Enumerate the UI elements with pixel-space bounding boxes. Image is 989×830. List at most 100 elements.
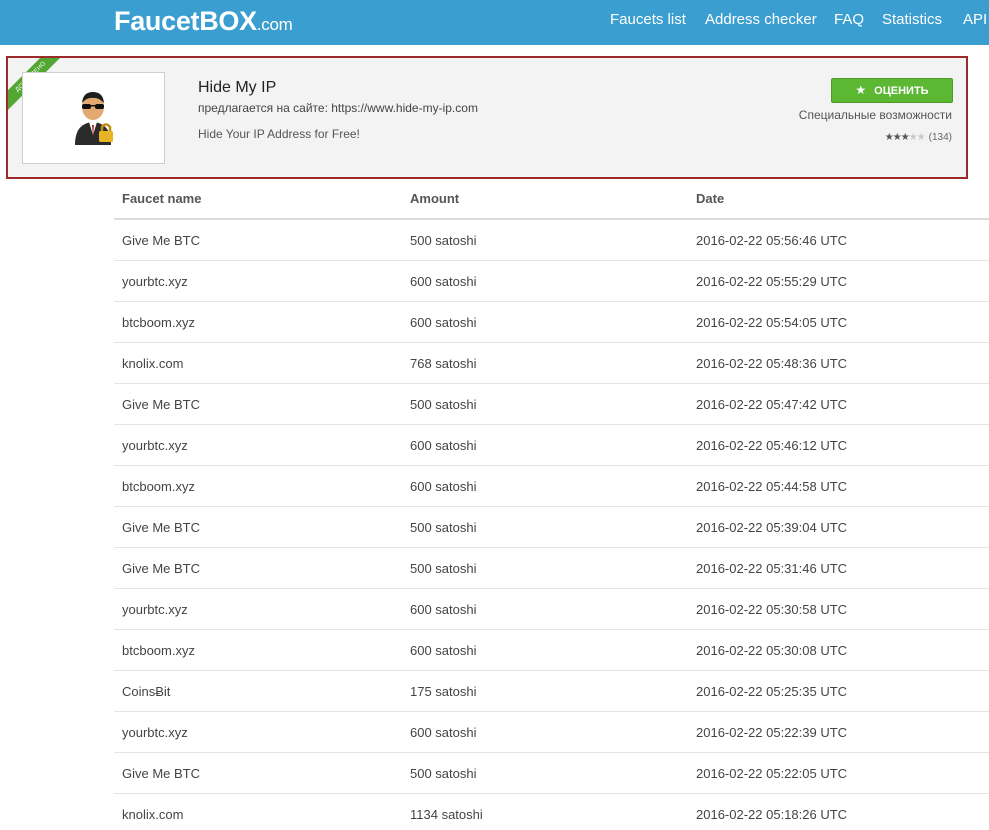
- table-row: btcboom.xyz 600 satoshi 2016-02-22 05:30:0…: [114, 630, 989, 671]
- table-row: btcboom.xyz 600 satoshi 2016-02-22 05:44:5…: [114, 466, 989, 507]
- date-value: 2016-02-22 05:56:46: [696, 233, 817, 248]
- header-faucet-name: Faucet name: [122, 191, 202, 206]
- timezone-label: UTC: [820, 520, 848, 535]
- amount-cell: 500 satoshi: [410, 233, 477, 248]
- table-row: Give Me BTC 500 satoshi 2016-02-22 05:47:4…: [114, 384, 989, 425]
- nav-link-api[interactable]: API: [963, 11, 987, 29]
- ad-title[interactable]: Hide My IP: [198, 79, 276, 97]
- date-value: 2016-02-22 05:18:26: [696, 807, 817, 822]
- nav-link-statistics[interactable]: Statistics: [882, 11, 942, 29]
- table-row: knolix.com 768 satoshi 2016-02-22 05:48:36…: [114, 343, 989, 384]
- amount-cell: 500 satoshi: [410, 397, 477, 412]
- amount-cell: 600 satoshi: [410, 438, 477, 453]
- faucet-name-cell: btcboom.xyz: [122, 643, 195, 658]
- rating-empty-stars: ★★: [908, 132, 926, 143]
- rating-filled-stars: ★★★: [884, 132, 910, 143]
- faucet-name-cell: yourbtc.xyz: [122, 725, 188, 740]
- amount-cell: 600 satoshi: [410, 725, 477, 740]
- date-value: 2016-02-22 05:30:08: [696, 643, 817, 658]
- faucet-name-cell: knolix.com: [122, 356, 184, 371]
- faucet-name-cell: btcboom.xyz: [122, 315, 195, 330]
- amount-cell: 500 satoshi: [410, 561, 477, 576]
- date-cell: 2016-02-22 05:31:46 UTC: [696, 561, 847, 576]
- date-cell: 2016-02-22 05:55:29 UTC: [696, 274, 847, 289]
- date-cell: 2016-02-22 05:22:39 UTC: [696, 725, 847, 740]
- faucet-name-cell: Give Me BTC: [122, 561, 201, 576]
- table-row: yourbtc.xyz 600 satoshi 2016-02-22 05:55:2…: [114, 261, 989, 302]
- timezone-label: UTC: [820, 315, 848, 330]
- faucet-name-cell: yourbtc.xyz: [122, 438, 188, 453]
- timezone-label: UTC: [820, 643, 848, 658]
- table-row: Give Me BTC 500 satoshi 2016-02-22 05:31:4…: [114, 548, 989, 589]
- amount-cell: 600 satoshi: [410, 602, 477, 617]
- date-value: 2016-02-22 05:46:12: [696, 438, 817, 453]
- top-navbar: FaucetBOX.com Faucets list Address check…: [0, 0, 989, 45]
- ad-special-link[interactable]: Специальные возможности: [799, 108, 952, 122]
- date-cell: 2016-02-22 05:22:05 UTC: [696, 766, 847, 781]
- amount-cell: 600 satoshi: [410, 643, 477, 658]
- timezone-label: UTC: [820, 561, 848, 576]
- timezone-label: UTC: [820, 725, 848, 740]
- star-icon: ★: [855, 83, 867, 97]
- date-value: 2016-02-22 05:48:36: [696, 356, 817, 371]
- date-cell: 2016-02-22 05:48:36 UTC: [696, 356, 847, 371]
- header-amount: Amount: [410, 191, 460, 206]
- rating-stars: ★★★★★ (134): [885, 132, 952, 143]
- date-cell: 2016-02-22 05:54:05 UTC: [696, 315, 847, 330]
- nav-link-faq[interactable]: FAQ: [834, 11, 864, 29]
- nav-link-faucets-list[interactable]: Faucets list: [610, 11, 686, 29]
- date-value: 2016-02-22 05:22:39: [696, 725, 817, 740]
- table-row: btcboom.xyz 600 satoshi 2016-02-22 05:54:0…: [114, 302, 989, 343]
- amount-cell: 600 satoshi: [410, 315, 477, 330]
- date-cell: 2016-02-22 05:39:04 UTC: [696, 520, 847, 535]
- date-cell: 2016-02-22 05:18:26 UTC: [696, 807, 847, 822]
- timezone-label: UTC: [820, 356, 848, 371]
- date-cell: 2016-02-22 05:56:46 UTC: [696, 233, 847, 248]
- date-cell: 2016-02-22 05:25:35 UTC: [696, 684, 847, 699]
- rate-button[interactable]: ★ ОЦЕНИТЬ: [831, 78, 953, 103]
- date-value: 2016-02-22 05:25:35: [696, 684, 817, 699]
- timezone-label: UTC: [820, 807, 848, 822]
- date-cell: 2016-02-22 05:30:58 UTC: [696, 602, 847, 617]
- table-row: yourbtc.xyz 600 satoshi 2016-02-22 05:30:5…: [114, 589, 989, 630]
- date-value: 2016-02-22 05:44:58: [696, 479, 817, 494]
- ad-description: Hide Your IP Address for Free!: [198, 127, 360, 141]
- date-value: 2016-02-22 05:47:42: [696, 397, 817, 412]
- table-row: yourbtc.xyz 600 satoshi 2016-02-22 05:22:3…: [114, 712, 989, 753]
- date-value: 2016-02-22 05:39:04: [696, 520, 817, 535]
- date-value: 2016-02-22 05:31:46: [696, 561, 817, 576]
- timezone-label: UTC: [820, 274, 848, 289]
- timezone-label: UTC: [820, 479, 848, 494]
- ad-site: предлагается на сайте: https://www.hide-…: [198, 101, 478, 115]
- rating-count: (134): [928, 132, 952, 143]
- table-header: Faucet name Amount Date: [114, 180, 989, 220]
- brand-name[interactable]: FaucetBOX: [114, 6, 257, 36]
- date-cell: 2016-02-22 05:44:58 UTC: [696, 479, 847, 494]
- date-value: 2016-02-22 05:54:05: [696, 315, 817, 330]
- site-logo[interactable]: FaucetBOX.com: [114, 4, 293, 42]
- ad-banner: ДОБАВЛЕНО Hide My IP предлагается на сай…: [6, 56, 968, 179]
- table-row: CoinsɃit 175 satoshi 2016-02-22 05:25:35 U…: [114, 671, 989, 712]
- nav-link-address-checker[interactable]: Address checker: [705, 11, 817, 29]
- faucet-name-cell: btcboom.xyz: [122, 479, 195, 494]
- timezone-label: UTC: [820, 602, 848, 617]
- faucet-name-cell: Give Me BTC: [122, 397, 201, 412]
- table-row: Give Me BTC 500 satoshi 2016-02-22 05:22:0…: [114, 753, 989, 794]
- timezone-label: UTC: [820, 766, 848, 781]
- date-cell: 2016-02-22 05:47:42 UTC: [696, 397, 847, 412]
- faucet-name-cell: Give Me BTC: [122, 233, 201, 248]
- timezone-label: UTC: [820, 684, 848, 699]
- amount-cell: 500 satoshi: [410, 520, 477, 535]
- date-cell: 2016-02-22 05:46:12 UTC: [696, 438, 847, 453]
- date-value: 2016-02-22 05:55:29: [696, 274, 817, 289]
- table-row: Give Me BTC 500 satoshi 2016-02-22 05:56:4…: [114, 220, 989, 261]
- brand-suffix[interactable]: .com: [257, 15, 293, 34]
- faucet-name-cell: CoinsɃit: [122, 684, 171, 699]
- ad-thumbnail[interactable]: [22, 72, 165, 164]
- amount-cell: 600 satoshi: [410, 274, 477, 289]
- date-cell: 2016-02-22 05:30:08 UTC: [696, 643, 847, 658]
- table-row: yourbtc.xyz 600 satoshi 2016-02-22 05:46:1…: [114, 425, 989, 466]
- date-value: 2016-02-22 05:30:58: [696, 602, 817, 617]
- faucet-name-cell: Give Me BTC: [122, 766, 201, 781]
- amount-cell: 500 satoshi: [410, 766, 477, 781]
